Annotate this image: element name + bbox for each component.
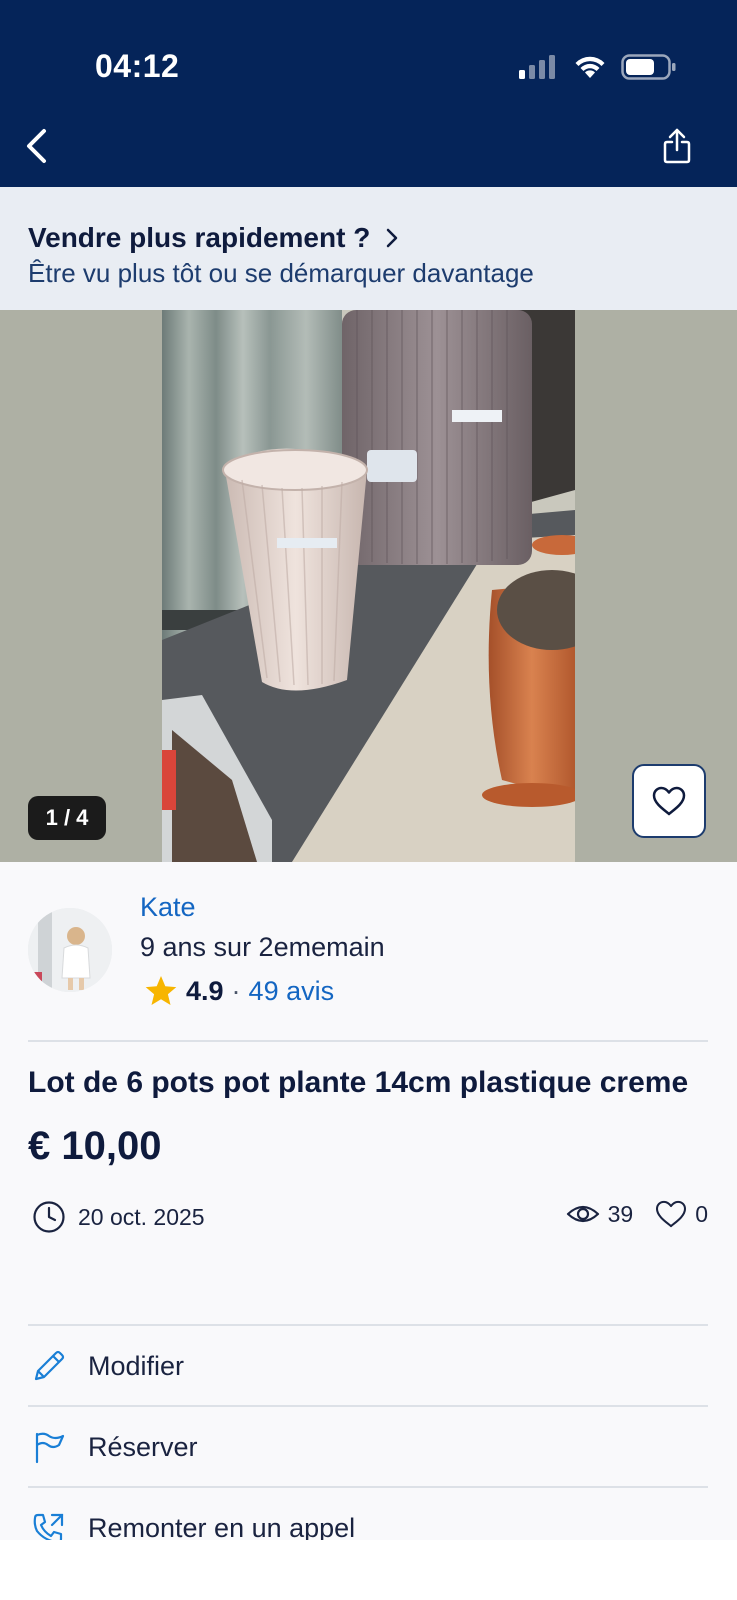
views-stat: 39 [566, 1200, 634, 1228]
reserve-label: Réserver [88, 1431, 198, 1462]
avatar-photo [28, 908, 112, 992]
promo-title: Vendre plus rapidement ? [28, 222, 371, 253]
pencil-icon [32, 1349, 66, 1383]
listing-photo[interactable] [162, 310, 575, 862]
bump-label: Remonter en un appel [88, 1512, 356, 1543]
rating-separator: · [231, 975, 241, 1006]
heart-outline-icon [656, 1200, 687, 1228]
listing-screen: 04:12 Vendre plus rapidement ? Être vu p… [0, 0, 737, 1600]
reserve-action[interactable]: Réserver [28, 1407, 708, 1487]
seller-membership: 9 ans sur 2ememain [140, 932, 385, 962]
bottom-edge [0, 1540, 737, 1600]
seller-name[interactable]: Kate [140, 892, 196, 923]
favorite-button[interactable] [632, 764, 706, 838]
back-button[interactable] [18, 124, 54, 168]
chevron-left-icon [27, 129, 46, 163]
listing-meta: 20 oct. 2025 39 0 [32, 1200, 708, 1236]
edit-action[interactable]: Modifier [28, 1326, 708, 1406]
star-icon [145, 976, 177, 1005]
reviews-link[interactable]: 49 avis [249, 976, 335, 1007]
promo-title-row: Vendre plus rapidement ? [28, 222, 398, 254]
promo-subtitle: Être vu plus tôt ou se démarquer davanta… [28, 258, 534, 288]
listing-stats: 39 0 [566, 1200, 708, 1228]
edit-label: Modifier [88, 1350, 185, 1381]
promo-banner[interactable]: Vendre plus rapidement ? Être vu plus tô… [0, 187, 737, 310]
listing-title: Lot de 6 pots pot plante 14cm plastique … [28, 1066, 689, 1099]
listing-price: € 10,00 [28, 1124, 162, 1168]
seller-section: Kate 9 ans sur 2ememain 4.9 · 49 avis [0, 862, 737, 1042]
rating-value: 4.9 [186, 975, 224, 1006]
chevron-right-icon [387, 228, 398, 248]
seller-rating: 4.9 · 49 avis [144, 974, 334, 1008]
signal-icon [519, 55, 555, 79]
photo-counter: 1 / 4 [28, 796, 106, 840]
share-icon [663, 128, 691, 164]
clock-icon [33, 1201, 65, 1233]
favorites-stat: 0 [655, 1200, 708, 1228]
eye-icon [566, 1205, 599, 1223]
photo-carousel[interactable]: 1 / 4 [0, 310, 737, 862]
status-icons [519, 54, 677, 80]
heart-icon [652, 786, 686, 816]
listing-date: 20 oct. 2025 [32, 1200, 205, 1234]
views-count: 39 [607, 1200, 634, 1227]
favorites-count: 0 [695, 1200, 708, 1227]
divider [28, 1040, 708, 1042]
avatar[interactable] [28, 908, 112, 992]
share-button[interactable] [657, 124, 697, 168]
top-bar: 04:12 [0, 0, 737, 187]
status-time: 04:12 [95, 48, 180, 84]
flag-icon [32, 1430, 66, 1464]
date-text: 20 oct. 2025 [78, 1203, 205, 1230]
wifi-icon [575, 56, 605, 78]
battery-icon [621, 54, 676, 80]
